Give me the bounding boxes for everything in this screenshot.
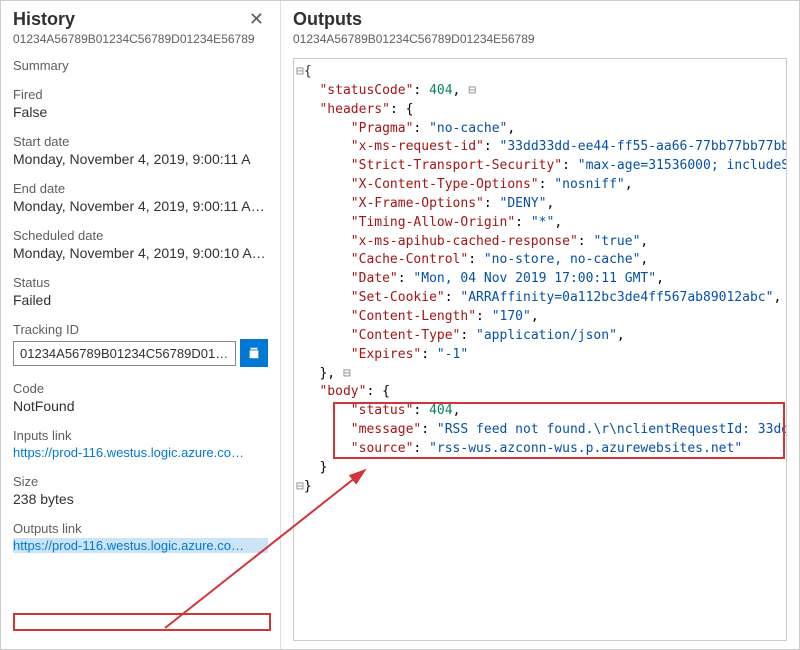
outputs-title: Outputs xyxy=(293,9,362,30)
history-subtitle: 01234A56789B01234C56789D01234E56789 xyxy=(13,32,268,46)
outputs-link-label: Outputs link xyxy=(13,521,268,536)
fired-label: Fired xyxy=(13,87,268,102)
code-value: NotFound xyxy=(13,398,268,414)
start-date-label: Start date xyxy=(13,134,268,149)
tracking-id-value[interactable]: 01234A56789B01234C56789D012… xyxy=(13,341,236,366)
history-panel: History ✕ 01234A56789B01234C56789D01234E… xyxy=(1,1,281,649)
inputs-link-label: Inputs link xyxy=(13,428,268,443)
end-date-value: Monday, November 4, 2019, 9:00:11 A… xyxy=(13,198,268,214)
status-value: Failed xyxy=(13,292,268,308)
outputs-link[interactable]: https://prod-116.westus.logic.azure.co… xyxy=(13,538,268,553)
status-label: Status xyxy=(13,275,268,290)
code-label: Code xyxy=(13,381,268,396)
history-title: History xyxy=(13,9,75,30)
scheduled-date-value: Monday, November 4, 2019, 9:00:10 A… xyxy=(13,245,268,261)
start-date-value: Monday, November 4, 2019, 9:00:11 A xyxy=(13,151,268,167)
outputs-panel: Outputs 01234A56789B01234C56789D01234E56… xyxy=(281,1,799,649)
copy-button[interactable] xyxy=(240,339,268,367)
copy-icon xyxy=(247,346,261,360)
end-date-label: End date xyxy=(13,181,268,196)
close-icon[interactable]: ✕ xyxy=(245,9,268,30)
size-label: Size xyxy=(13,474,268,489)
size-value: 238 bytes xyxy=(13,491,268,507)
outputs-subtitle: 01234A56789B01234C56789D01234E56789 xyxy=(293,32,787,46)
fired-value: False xyxy=(13,104,268,120)
inputs-link[interactable]: https://prod-116.westus.logic.azure.co… xyxy=(13,445,268,460)
tracking-id-label: Tracking ID xyxy=(13,322,268,337)
json-viewer[interactable]: ⊟{ "statusCode": 404, ⊟ "headers": { "Pr… xyxy=(293,58,787,641)
summary-heading: Summary xyxy=(13,58,268,73)
scheduled-date-label: Scheduled date xyxy=(13,228,268,243)
